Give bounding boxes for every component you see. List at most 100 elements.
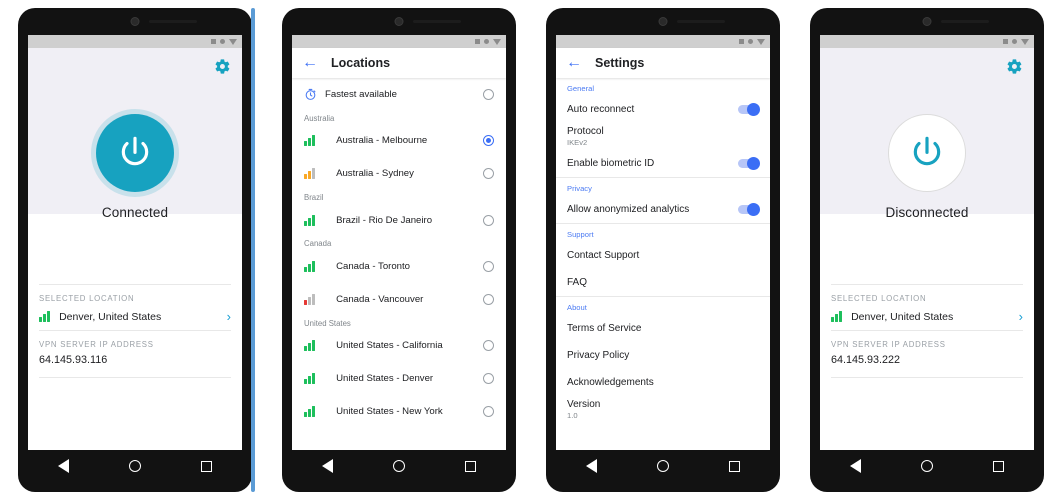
radio-button[interactable]: [483, 340, 494, 352]
toggle-switch[interactable]: [738, 156, 760, 170]
setting-row-acknowledgements[interactable]: Acknowledgements: [556, 369, 770, 396]
toggle-switch[interactable]: [738, 102, 760, 116]
recents-square-icon[interactable]: [729, 460, 740, 472]
arrow-back-icon[interactable]: ←: [302, 55, 318, 71]
radio-button[interactable]: [483, 405, 494, 417]
home-circle-icon[interactable]: [921, 460, 933, 472]
circle-icon: [484, 39, 489, 44]
phone-mockup-locations: ← Locations Fastest available Australia …: [282, 8, 516, 492]
recents-square-icon[interactable]: [465, 460, 476, 472]
status-bar: [556, 35, 770, 48]
gear-icon[interactable]: [214, 58, 231, 75]
stopwatch-icon: [304, 88, 317, 101]
setting-row-terms[interactable]: Terms of Service: [556, 315, 770, 342]
chevron-right-icon[interactable]: ›: [1019, 309, 1023, 324]
earpiece-speaker: [941, 20, 990, 23]
signal-bars-icon: [304, 214, 316, 226]
list-item-fastest[interactable]: Fastest available: [292, 78, 506, 111]
back-triangle-icon[interactable]: [322, 459, 333, 473]
selected-location-name: Denver, United States: [59, 310, 162, 323]
setting-label: Privacy Policy: [567, 350, 630, 361]
setting-label: Enable biometric ID: [567, 158, 655, 169]
earpiece-speaker: [413, 20, 462, 23]
phone-top-bezel: [282, 8, 516, 33]
selected-location-row[interactable]: Denver, United States ›: [39, 303, 231, 330]
power-toggle-button[interactable]: [888, 114, 966, 192]
setting-label: Version: [567, 399, 601, 410]
list-item-label: Australia - Sydney: [336, 167, 414, 179]
list-item[interactable]: Australia - Sydney: [292, 157, 506, 190]
signal-bars-icon: [304, 340, 316, 352]
recents-square-icon[interactable]: [201, 460, 212, 472]
selected-location-row[interactable]: Denver, United States ›: [831, 303, 1023, 330]
front-camera-icon: [922, 17, 932, 26]
radio-button[interactable]: [483, 261, 494, 273]
front-camera-icon: [394, 17, 404, 26]
radio-button[interactable]: [483, 293, 494, 305]
locations-title: Locations: [331, 56, 391, 70]
triangle-icon: [493, 38, 501, 45]
circle-icon: [1012, 39, 1017, 44]
setting-row-contact-support[interactable]: Contact Support: [556, 242, 770, 269]
back-triangle-icon[interactable]: [586, 459, 597, 473]
power-toggle-button[interactable]: [96, 114, 174, 192]
connection-status-text: Connected: [101, 205, 169, 220]
signal-bars-icon: [304, 372, 316, 384]
section-header: General: [567, 84, 595, 93]
signal-bars-icon: [831, 311, 843, 322]
android-nav-bar: [820, 450, 1034, 482]
list-item[interactable]: United States - New York: [292, 395, 506, 428]
power-icon: [121, 136, 149, 166]
selected-location-caption: SELECTED LOCATION: [39, 294, 135, 303]
list-item[interactable]: Brazil - Rio De Janeiro: [292, 204, 506, 237]
setting-label: Protocol: [567, 126, 604, 137]
power-button-group: Disconnected: [820, 114, 1034, 224]
selection-edge-highlight: [251, 8, 255, 492]
setting-row-privacy-policy[interactable]: Privacy Policy: [556, 342, 770, 369]
list-item-label: United States - California: [336, 340, 443, 352]
list-item[interactable]: Canada - Toronto: [292, 250, 506, 283]
back-triangle-icon[interactable]: [850, 459, 861, 473]
screen-connected: Connected SELECTED LOCATION Denver, Unit…: [28, 35, 242, 450]
setting-row-analytics[interactable]: Allow anonymized analytics: [556, 196, 770, 223]
home-circle-icon[interactable]: [393, 460, 405, 472]
circle-icon: [220, 39, 225, 44]
list-item[interactable]: Canada - Vancouver: [292, 283, 506, 316]
list-item-label: Canada - Toronto: [336, 261, 411, 273]
radio-button[interactable]: [483, 372, 494, 384]
ip-caption: VPN SERVER IP ADDRESS: [831, 340, 946, 349]
selected-location-block[interactable]: SELECTED LOCATION Denver, United States …: [28, 285, 242, 330]
recents-square-icon[interactable]: [993, 460, 1004, 472]
home-circle-icon[interactable]: [129, 460, 141, 472]
phone-top-bezel: [546, 8, 780, 33]
square-icon: [1003, 39, 1008, 44]
settings-app-bar: ← Settings: [556, 48, 770, 78]
radio-button-selected[interactable]: [483, 135, 494, 147]
radio-button[interactable]: [483, 88, 494, 100]
arrow-back-icon[interactable]: ←: [566, 55, 582, 71]
screen-disconnected: Disconnected SELECTED LOCATION Denver, U…: [820, 35, 1034, 450]
toggle-switch[interactable]: [738, 202, 760, 216]
phone-mockup-settings: ← Settings General Auto reconnect Protoc…: [546, 8, 780, 492]
setting-label: Acknowledgements: [567, 377, 654, 388]
selected-location-block[interactable]: SELECTED LOCATION Denver, United States …: [820, 285, 1034, 330]
chevron-right-icon[interactable]: ›: [227, 309, 231, 324]
gear-icon[interactable]: [1006, 58, 1023, 75]
list-item[interactable]: United States - Denver: [292, 362, 506, 395]
home-circle-icon[interactable]: [657, 460, 669, 472]
ip-value: 64.145.93.116: [39, 354, 108, 366]
setting-row-auto-reconnect[interactable]: Auto reconnect: [556, 96, 770, 123]
locations-app-bar: ← Locations: [292, 48, 506, 78]
radio-button[interactable]: [483, 167, 494, 179]
radio-button[interactable]: [483, 214, 494, 226]
setting-row-faq[interactable]: FAQ: [556, 269, 770, 296]
setting-row-biometric[interactable]: Enable biometric ID: [556, 150, 770, 177]
list-item[interactable]: United States - California: [292, 330, 506, 363]
triangle-icon: [229, 38, 237, 45]
list-item-label: Brazil - Rio De Janeiro: [336, 214, 433, 226]
back-triangle-icon[interactable]: [58, 459, 69, 473]
list-item[interactable]: Australia - Melbourne: [292, 125, 506, 158]
setting-row-protocol[interactable]: Protocol IKEv2: [556, 123, 770, 150]
group-header: Brazil: [304, 192, 324, 202]
front-camera-icon: [658, 17, 668, 26]
